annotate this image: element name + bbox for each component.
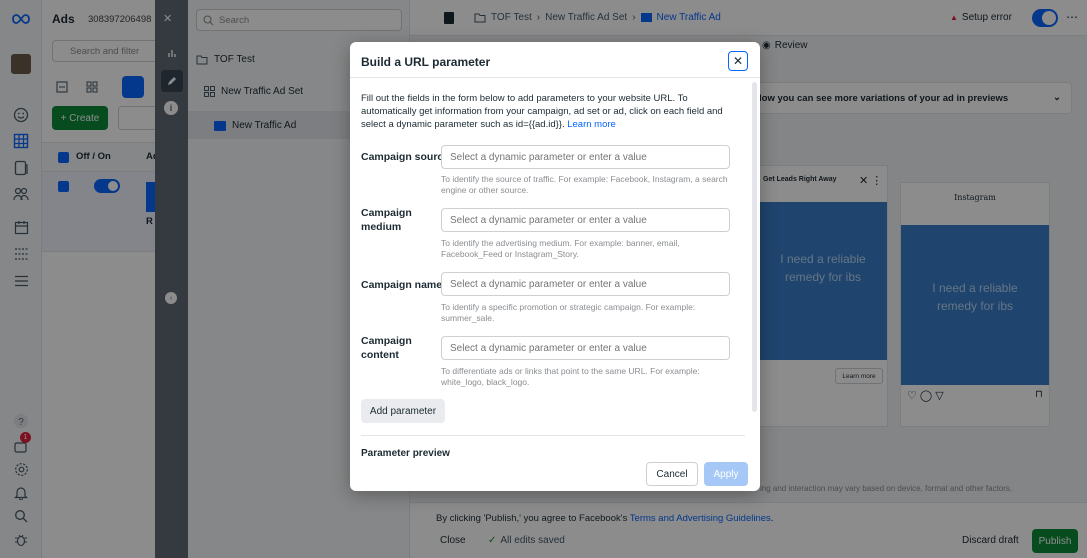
campaign-source-help: To identify the source of traffic. For e… [441,174,728,195]
campaign-source-label: Campaign source [361,151,450,163]
modal-intro: Fill out the fields in the form below to… [361,92,733,131]
intro-text: Fill out the fields in the form below to… [361,93,723,130]
url-parameter-modal: Build a URL parameter ✕ Fill out the fie… [350,42,760,491]
campaign-name-help: To identify a specific promotion or stra… [441,302,696,323]
parameter-preview-heading: Parameter preview [361,448,450,459]
campaign-name-input[interactable] [441,272,730,296]
campaign-source-input[interactable] [441,145,730,169]
scrollbar[interactable] [752,82,757,412]
divider [350,77,760,78]
cancel-button[interactable]: Cancel [646,462,698,486]
campaign-content-input[interactable] [441,336,730,360]
modal-title: Build a URL parameter [361,55,491,69]
divider [361,435,745,436]
campaign-content-label: Campaign content [361,335,412,361]
campaign-content-help: To differentiate ads or links that point… [441,366,700,387]
campaign-medium-input[interactable] [441,208,730,232]
close-icon[interactable]: ✕ [728,51,748,71]
add-parameter-button[interactable]: Add parameter [361,399,445,423]
campaign-medium-label: Campaign medium [361,207,412,233]
campaign-medium-help: To identify the advertising medium. For … [441,238,680,259]
apply-button[interactable]: Apply [704,462,748,486]
campaign-name-label: Campaign name [361,279,443,291]
learn-more-link[interactable]: Learn more [567,119,616,130]
